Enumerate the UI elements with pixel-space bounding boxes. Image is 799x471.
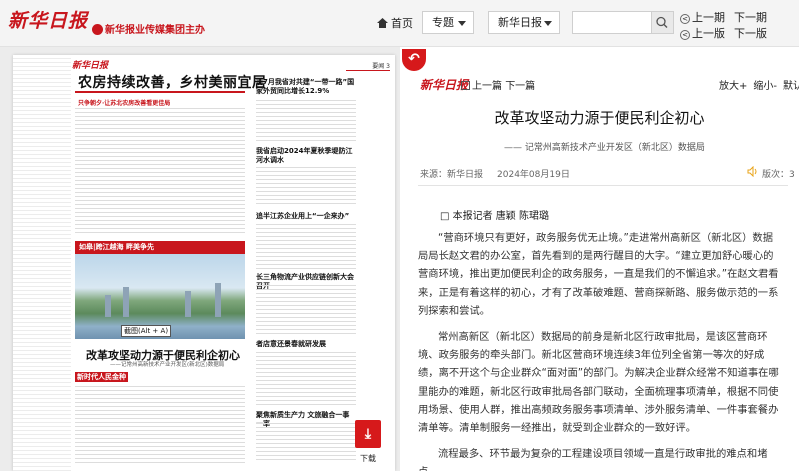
page-strip	[13, 55, 71, 471]
building-shape	[215, 283, 221, 317]
search-icon	[656, 16, 668, 28]
prev-article-link[interactable]: 上一篇	[472, 81, 502, 92]
article-paragraph: “营商环境只有更好，政务服务优无止境。”走进常州高新区（新北区）数据局局长赵文君…	[418, 232, 779, 317]
text-block	[75, 386, 245, 466]
paper-article-5[interactable]: 者店意还景春就研发展	[256, 340, 356, 349]
arrow-left-icon: <	[680, 14, 690, 24]
article-body: “营商环境只有更好，政务服务优无止境。”走进常州高新区（新北区）数据局局长赵文君…	[418, 229, 783, 471]
article-title: 改革攻坚动力源于便民利企初心	[494, 109, 705, 127]
paper-red-tag[interactable]: 新时代人民金种	[75, 372, 128, 382]
speaker-icon[interactable]	[747, 166, 759, 177]
article-author: □ 本报记者 唐颖 陈珺璐	[440, 211, 549, 222]
paper-top-headline[interactable]: 农房持续改善，乡村美丽宜居	[78, 72, 267, 92]
zoom-out-button[interactable]: 缩小-	[753, 81, 777, 92]
text-block	[256, 167, 356, 207]
article-paragraph: 流程最多、环节最为复杂的工程建设项目领域一直是行政审批的难点和堵点。	[418, 448, 768, 471]
prev-edition-link[interactable]: < 上一版	[680, 25, 725, 41]
next-issue-link[interactable]: 下一期	[734, 9, 767, 25]
site-logo[interactable]: 新华日报	[8, 6, 88, 33]
arrow-left-icon: <	[680, 30, 690, 40]
default-size-button[interactable]: 默认	[783, 81, 799, 92]
paper-top-sub[interactable]: 只争朝夕·让苏北农房改善看更佳局	[78, 98, 170, 107]
article-meta: 来源：新华日报 2024年08月19日	[420, 167, 570, 180]
building-shape	[105, 295, 111, 317]
pdf-icon: ⤓	[364, 426, 372, 442]
building-shape	[123, 287, 129, 317]
article-source: 来源：新华日报	[420, 170, 484, 180]
home-link[interactable]: 首页	[377, 15, 413, 31]
divider	[418, 185, 788, 186]
prev-edition-label: 上一版	[692, 27, 725, 40]
text-block	[256, 100, 356, 142]
next-issue-label: 下一期	[734, 11, 767, 24]
paper-page-label: 要闻 3	[346, 61, 390, 71]
article-subtitle: —— 记常州高新技术产业开发区（新北区）数据局	[504, 143, 705, 153]
text-block	[256, 224, 356, 270]
text-block	[256, 285, 356, 335]
topic-dropdown-label: 专题	[432, 16, 454, 29]
logo-subtitle: 新华报业传媒集团主办	[92, 21, 205, 36]
article-panel: 新华日报 上一篇 下一篇 放大+ 缩小- 默认 改革攻坚动力源于便民利企初心 —— …	[400, 47, 799, 471]
article-edition: 版次：3	[762, 170, 795, 180]
building-shape	[185, 291, 191, 317]
article-nav: 上一篇 下一篇	[461, 77, 535, 92]
pdf-download-button[interactable]: ⤓	[355, 420, 381, 448]
zoom-in-button[interactable]: 放大+	[719, 81, 747, 92]
paper-article-2[interactable]: 我省启动2024年夏秋季堤防江河水调水	[256, 147, 356, 165]
font-size-tools: 放大+ 缩小- 默认	[713, 77, 799, 92]
screenshot-tooltip: 截图(Alt + A)	[121, 325, 172, 337]
paper-logo: 新华日报	[72, 61, 109, 71]
text-block	[256, 423, 356, 463]
prev-issue-label: 上一期	[692, 11, 725, 24]
divider	[75, 91, 245, 93]
search-input[interactable]	[572, 11, 652, 34]
text-block	[75, 108, 245, 236]
paper-dropdown-label: 新华日报	[498, 16, 542, 29]
prev-issue-link[interactable]: < 上一期	[680, 9, 725, 25]
paper-photo-banner: 如皋|跨江越海 畔美争先	[75, 241, 245, 254]
paper-main-sub: ——记常州高新技术产业开发区(新北区)数据局	[110, 362, 225, 368]
search-button[interactable]	[652, 11, 674, 34]
topic-dropdown[interactable]: 专题	[422, 11, 474, 34]
paper-dropdown[interactable]: 新华日报	[488, 11, 560, 34]
download-label[interactable]: 下载	[360, 453, 376, 464]
next-edition-link[interactable]: 下一版	[734, 25, 767, 41]
chevron-down-icon	[544, 21, 552, 26]
page-icon	[461, 81, 470, 90]
logo-subtitle-text: 新华报业传媒集团主办	[105, 25, 205, 36]
home-label: 首页	[391, 17, 413, 30]
next-article-link[interactable]: 下一篇	[505, 81, 535, 92]
chevron-down-icon	[458, 21, 466, 26]
home-icon	[377, 18, 388, 28]
text-block	[256, 352, 356, 407]
return-arrow-icon: ↶	[408, 51, 420, 67]
top-header: 新华日报 新华报业传媒集团主办 首页 专题 新华日报 < 上一期 下一期 < 上一版…	[0, 0, 799, 47]
article-paragraph: 常州高新区（新北区）数据局的前身是新北区行政审批局，是该区营商环境、政务服务的牵…	[418, 331, 779, 435]
paper-article-3[interactable]: 追半江苏企业用上“一企来办”	[256, 212, 356, 221]
group-logo-icon	[92, 24, 103, 35]
article-date: 2024年08月19日	[497, 170, 570, 180]
paper-article-1[interactable]: 前7月我省对共建“一带一路”国家外贸同比增长12.9%	[256, 78, 356, 96]
next-edition-label: 下一版	[734, 27, 767, 40]
